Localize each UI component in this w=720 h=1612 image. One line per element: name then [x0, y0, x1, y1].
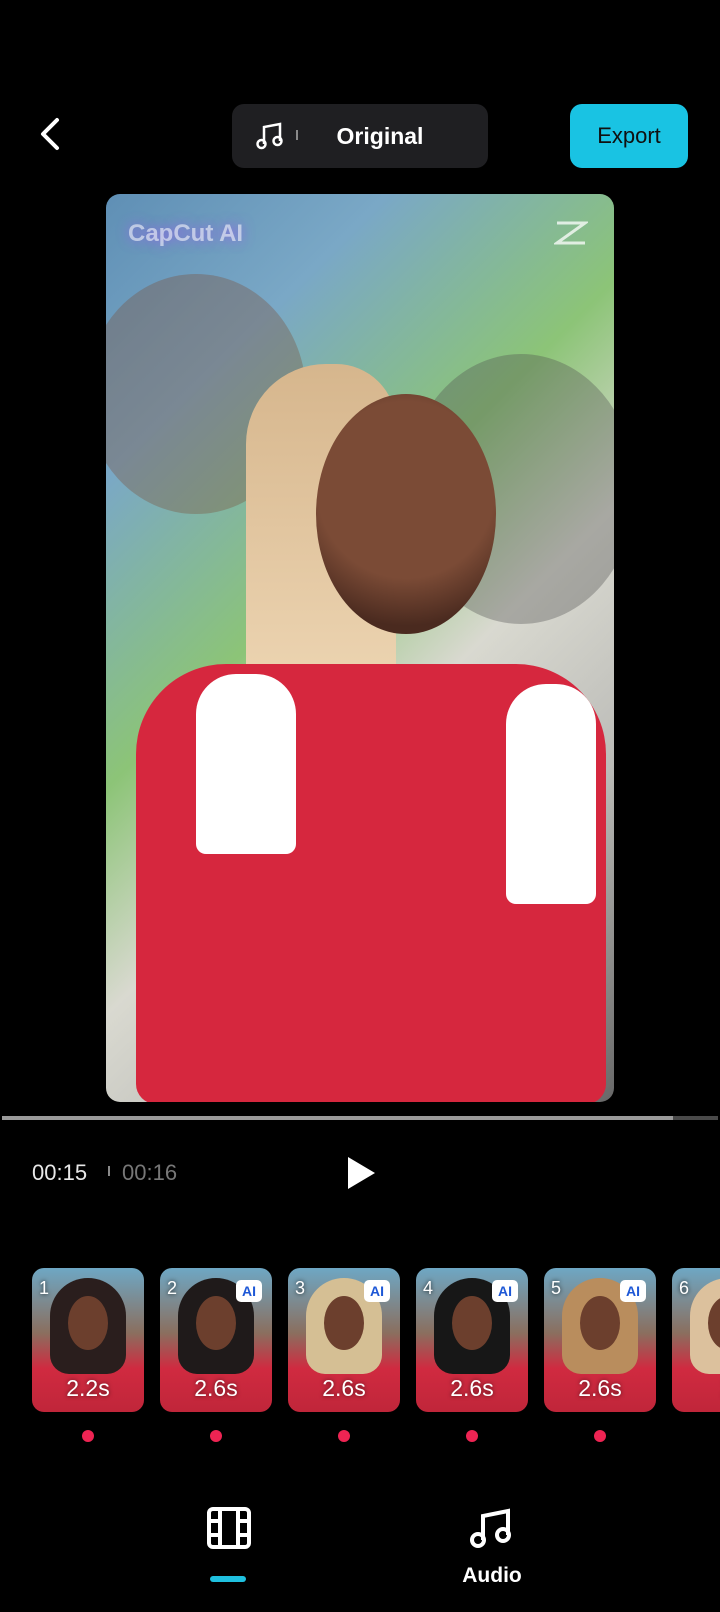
clip-thumbnail[interactable]: 2 AI 2.6s — [160, 1268, 272, 1412]
clip-thumbnail[interactable]: 1 2.2s — [32, 1268, 144, 1412]
clip-indicator-dot — [82, 1430, 94, 1442]
ai-badge: AI — [236, 1280, 262, 1302]
ai-badge: AI — [492, 1280, 518, 1302]
active-tab-indicator — [210, 1576, 246, 1582]
clip-index: 4 — [423, 1278, 434, 1298]
clip-index: 5 — [551, 1278, 562, 1298]
sound-selector-button[interactable]: Original — [232, 104, 488, 168]
clip-face — [196, 1296, 236, 1350]
export-button[interactable]: Export — [570, 104, 688, 168]
back-button[interactable] — [28, 112, 72, 156]
music-note-icon[interactable] — [468, 1506, 514, 1550]
play-icon[interactable] — [344, 1154, 378, 1192]
total-time: 00:16 — [122, 1160, 178, 1185]
clip-duration: 2.6s — [194, 1375, 238, 1401]
clip-face — [580, 1296, 620, 1350]
clip-index: 6 — [679, 1278, 690, 1298]
clip-face — [324, 1296, 364, 1350]
subject-face — [316, 394, 496, 634]
current-time: 00:15 — [32, 1160, 88, 1185]
clip-indicator-dot — [466, 1430, 478, 1442]
film-strip-icon[interactable] — [206, 1506, 252, 1550]
clip-duration: 2 — [672, 1375, 720, 1402]
ai-badge: AI — [364, 1280, 390, 1302]
clip-indicator-dot — [338, 1430, 350, 1442]
clip-duration: 2.6s — [578, 1375, 622, 1401]
clip-thumbnail[interactable]: 62 — [672, 1268, 720, 1412]
video-preview[interactable]: CapCut AI — [106, 194, 614, 1102]
clip-index: 2 — [167, 1278, 178, 1298]
top-bar: Original Export — [0, 0, 720, 190]
clip-duration: 2.6s — [450, 1375, 494, 1401]
capcut-watermark: CapCut AI — [128, 220, 244, 247]
clip-strip: 12.2s2AI2.6s3AI2.6s4AI2.6s5AI2.6s62 — [32, 1268, 720, 1428]
bottom-nav: Audio — [0, 1480, 720, 1612]
playback-progress-fill — [2, 1116, 674, 1120]
ai-badge: AI — [620, 1280, 646, 1302]
clip-duration: 2.2s — [66, 1375, 110, 1401]
time-separator — [108, 1166, 110, 1176]
clip-thumbnail[interactable]: 5 AI 2.6s — [544, 1268, 656, 1412]
clip-indicator-dot — [594, 1430, 606, 1442]
clip-face — [68, 1296, 108, 1350]
playback-progress-bar[interactable] — [2, 1116, 718, 1120]
capcut-logo-icon — [554, 221, 588, 245]
clip-face — [452, 1296, 492, 1350]
clip-index: 1 — [39, 1278, 50, 1298]
clip-thumbnail[interactable]: 3 AI 2.6s — [288, 1268, 400, 1412]
sound-label: Original — [336, 123, 424, 149]
clip-indicator-dot — [210, 1430, 222, 1442]
chevron-left-icon — [41, 118, 59, 150]
subject-shirt — [136, 664, 606, 1102]
clip-duration: 2.6s — [322, 1375, 366, 1401]
clip-index: 3 — [295, 1278, 306, 1298]
tab-audio-label[interactable]: Audio — [446, 1564, 538, 1588]
clip-thumbnail[interactable]: 4 AI 2.6s — [416, 1268, 528, 1412]
